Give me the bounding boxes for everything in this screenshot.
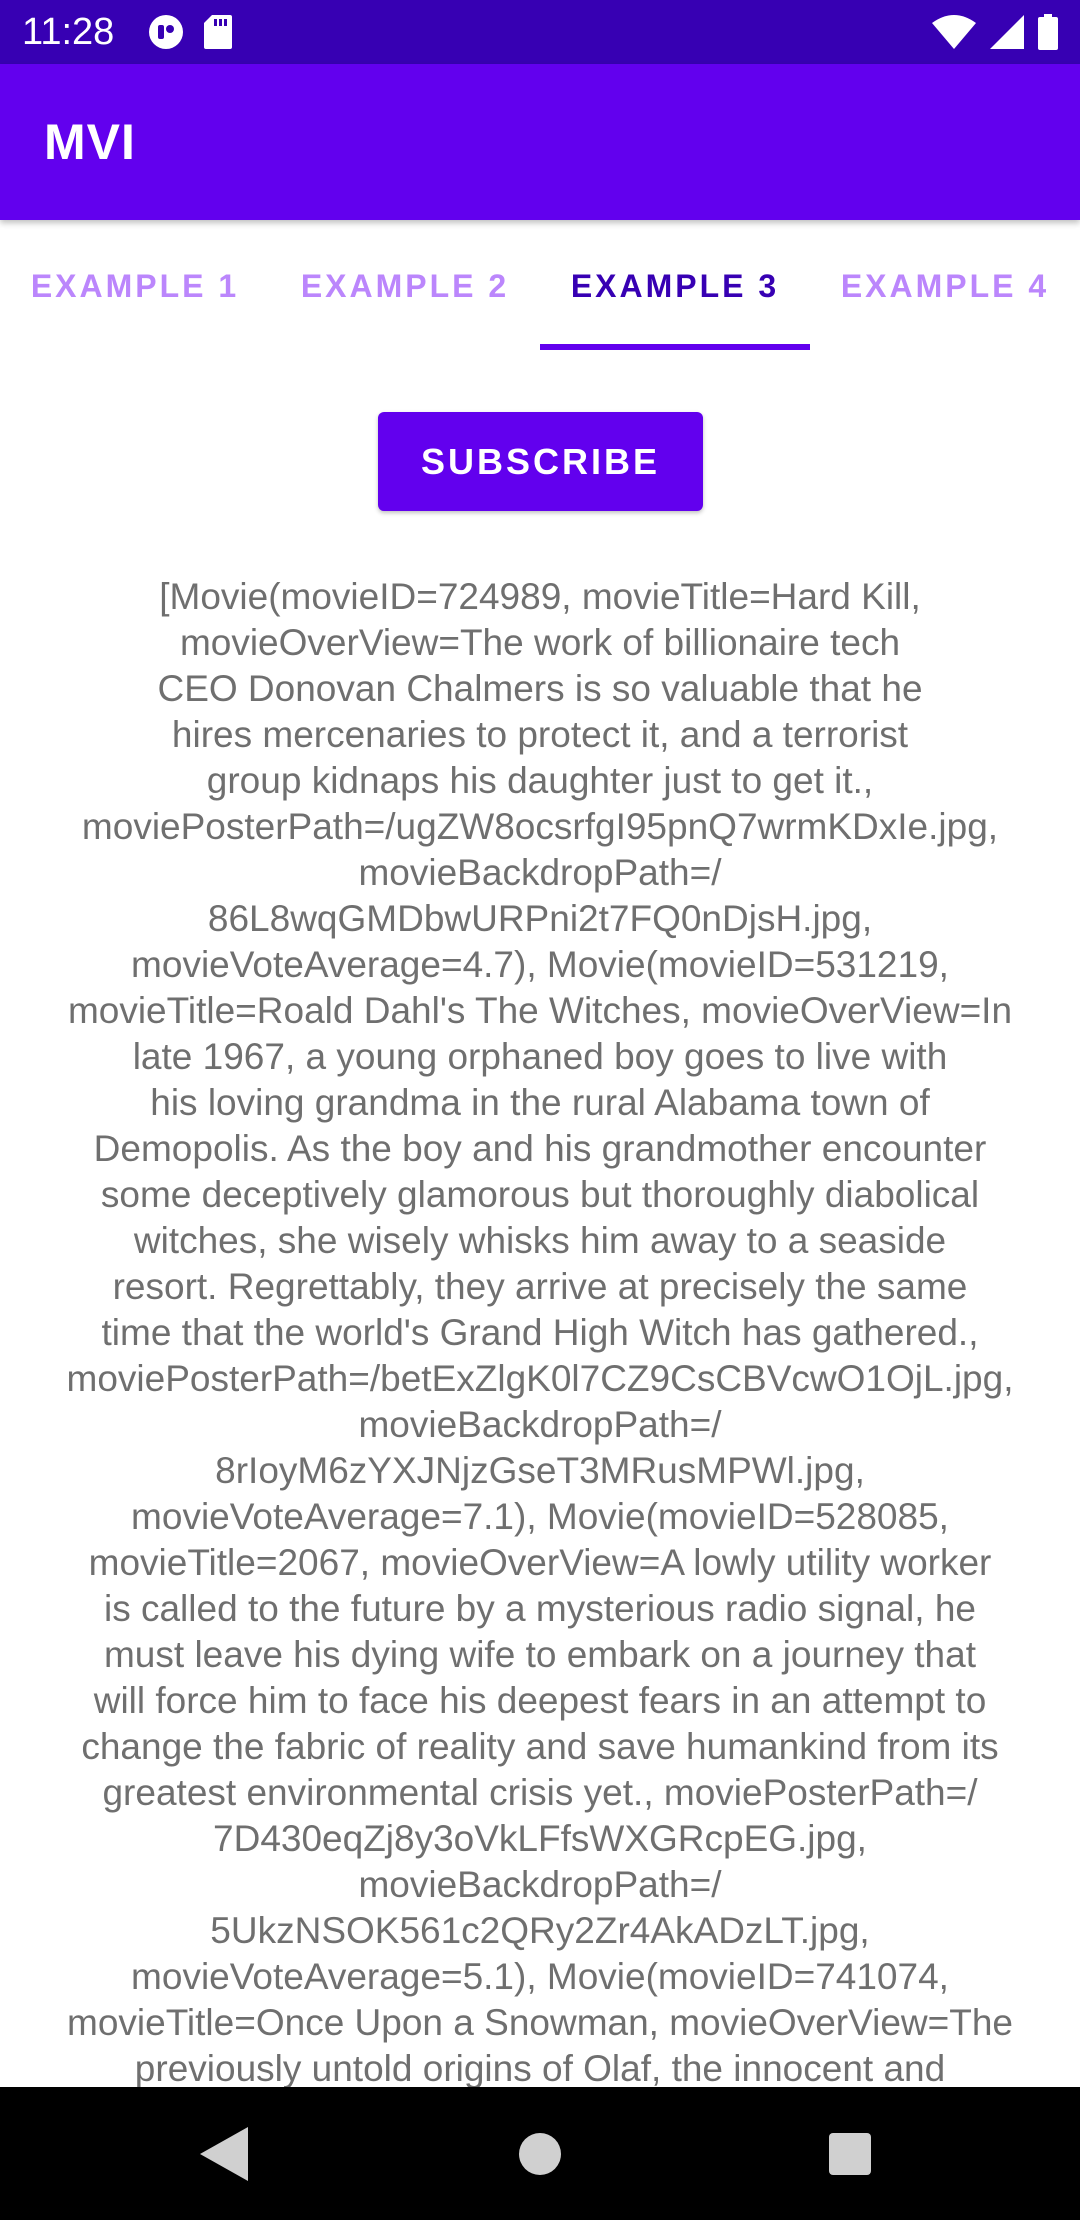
home-icon[interactable] — [519, 2133, 561, 2175]
navigation-bar — [0, 2087, 1080, 2220]
tab-example-4[interactable]: EXAMPLE 4 — [810, 220, 1080, 352]
status-time: 11:28 — [22, 11, 115, 53]
status-right-icons — [932, 14, 1058, 55]
tab-indicator — [540, 344, 810, 350]
cellular-signal-icon — [990, 15, 1024, 54]
app-notification-icon — [148, 14, 184, 55]
battery-icon — [1038, 14, 1058, 55]
result-text: [Movie(movieID=724989, movieTitle=Hard K… — [66, 576, 1014, 2087]
recent-apps-icon[interactable] — [829, 2133, 871, 2175]
screen: 11:28 MVI EXAMPLE 1 EXAMPLE 2 EXAMPLE 3 … — [0, 0, 1080, 2220]
tab-example-2[interactable]: EXAMPLE 2 — [270, 220, 540, 352]
status-bar: 11:28 — [0, 0, 1080, 64]
subscribe-button[interactable]: SUBSCRIBE — [378, 412, 703, 511]
tab-example-3[interactable]: EXAMPLE 3 — [540, 220, 810, 352]
wifi-icon — [932, 15, 976, 54]
back-icon[interactable] — [200, 2127, 248, 2181]
app-title: MVI — [44, 114, 136, 170]
app-bar: MVI — [0, 64, 1080, 220]
tab-bar: EXAMPLE 1 EXAMPLE 2 EXAMPLE 3 EXAMPLE 4 — [0, 220, 1080, 352]
status-left-icons — [148, 14, 232, 55]
sd-card-icon — [204, 15, 232, 54]
tab-example-1[interactable]: EXAMPLE 1 — [0, 220, 270, 352]
